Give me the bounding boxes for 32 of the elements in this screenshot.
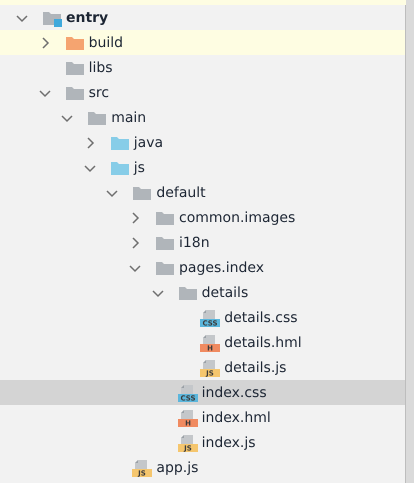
folder-name: i18n xyxy=(179,234,210,250)
folder-name: src xyxy=(88,84,110,100)
folder-name: js xyxy=(134,160,145,176)
tree-row[interactable]: src xyxy=(0,80,405,105)
file-name: index.js xyxy=(202,434,256,450)
folder-name: entry xyxy=(66,10,108,26)
tree-row[interactable]: js xyxy=(0,155,405,180)
folder-name: libs xyxy=(88,60,113,76)
folder-name: default xyxy=(156,184,206,200)
tree-row[interactable]: libs xyxy=(0,55,405,80)
folder-name: java xyxy=(134,134,164,150)
tree-row[interactable]: i18n xyxy=(0,230,405,255)
tree-row[interactable]: pages.index xyxy=(0,255,405,280)
folder-name: build xyxy=(88,34,124,50)
scrollbar[interactable] xyxy=(405,0,414,483)
file-name: index.hml xyxy=(202,410,271,426)
tree-row[interactable]: java xyxy=(0,130,405,155)
file-name: details.css xyxy=(224,310,298,326)
file-name: details.js xyxy=(224,360,286,376)
file-name: index.css xyxy=(202,384,267,400)
folder-name: pages.index xyxy=(179,260,264,276)
tree-row[interactable]: entry xyxy=(0,5,405,30)
tree-row[interactable]: details xyxy=(0,280,405,305)
tree-row[interactable]: build xyxy=(0,30,405,55)
tree-row[interactable]: main xyxy=(0,105,405,130)
tree-row[interactable]: default xyxy=(0,180,405,205)
folder-name: main xyxy=(111,110,146,126)
folder-name: common.images xyxy=(179,210,296,226)
file-name: app.js xyxy=(156,460,198,476)
tree-row[interactable]: common.images xyxy=(0,205,405,230)
folder-name: details xyxy=(202,284,248,300)
file-name: details.hml xyxy=(224,334,302,350)
